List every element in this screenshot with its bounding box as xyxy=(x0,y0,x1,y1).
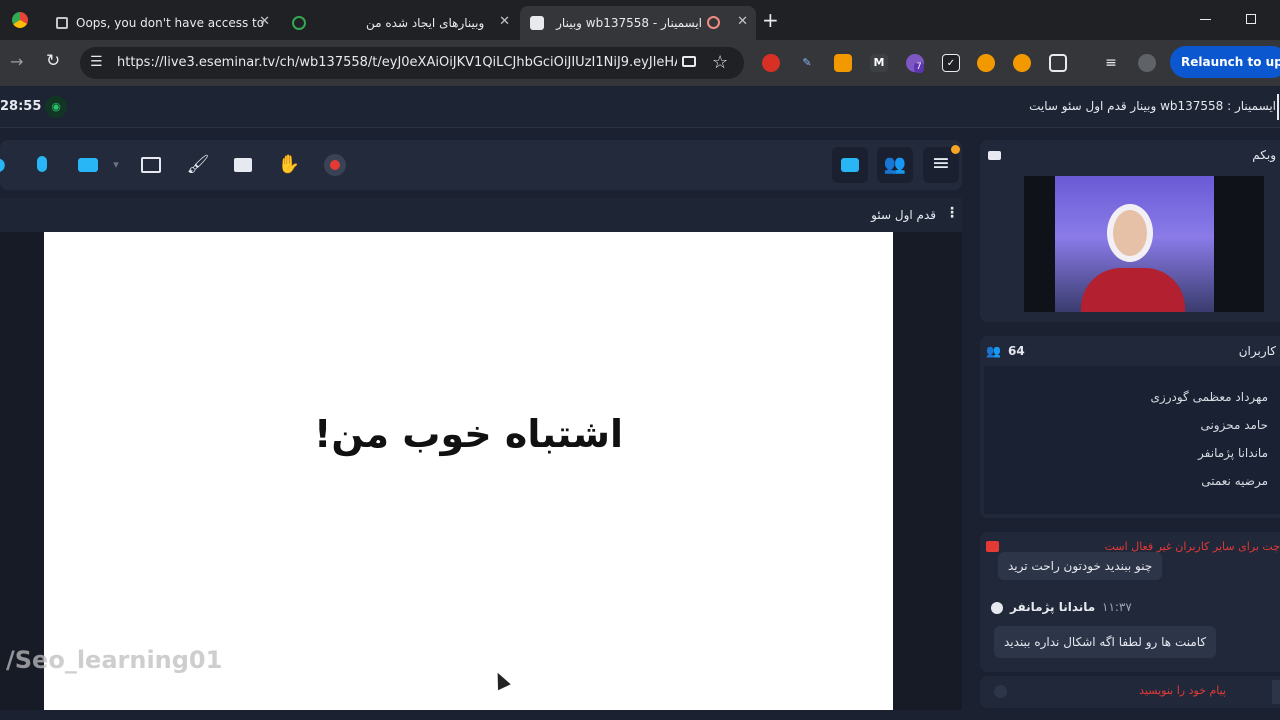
camera-icon[interactable] xyxy=(682,56,696,67)
media-control-icon[interactable]: ≡ xyxy=(1102,54,1120,72)
url-text: https://live3.eseminar.tv/ch/wb137558/t/… xyxy=(117,55,677,70)
watermark: /Seo_learning01 xyxy=(6,646,223,674)
users-icon: 👥 xyxy=(883,154,907,175)
slide-title: قدم اول سئو xyxy=(871,208,936,222)
webcam-presenter-image xyxy=(1055,176,1214,312)
microphone-icon[interactable] xyxy=(27,150,57,180)
profile-avatar[interactable] xyxy=(1138,54,1156,72)
list-item[interactable]: مرضیه نعمتی xyxy=(988,474,1268,488)
notification-dot xyxy=(951,145,960,154)
speaker-icon[interactable]: ◗ xyxy=(0,150,16,180)
reload-icon[interactable]: ↻ xyxy=(46,51,60,71)
chat-timestamp: ۱۱:۳۷ xyxy=(1102,600,1132,614)
close-icon[interactable]: ✕ xyxy=(737,14,748,29)
header-divider xyxy=(1277,94,1279,120)
eseminar-icon xyxy=(292,16,306,30)
raise-hand-icon[interactable]: ✋ xyxy=(274,150,304,180)
forward-icon[interactable]: → xyxy=(10,52,23,71)
tab-title: Oops, you don't have access to xyxy=(76,16,265,30)
tab-title: ایسمینار - wb137558 وبینار ق xyxy=(552,16,702,30)
users-list: مهرداد معظمی گودرزی حامد محزونی ماندانا … xyxy=(984,366,1280,514)
site-settings-icon[interactable]: ☰ xyxy=(90,54,103,70)
mouse-cursor-icon xyxy=(491,669,511,691)
chat-disabled-icon xyxy=(986,541,999,552)
close-icon[interactable]: ✕ xyxy=(259,14,270,29)
camera-dropdown-icon[interactable]: ▾ xyxy=(101,150,131,180)
slide-content-text: اشتباه خوب من! xyxy=(313,412,624,456)
tab-my-webinars[interactable]: وبینارهای ایجاد شده من ✕ xyxy=(282,6,518,40)
chrome-logo-icon[interactable] xyxy=(12,12,28,28)
users-count: 64 xyxy=(1008,344,1025,358)
chat-message: کامنت ها رو لطفا اگه اشکال نداره ببندید xyxy=(994,626,1217,658)
webcam-video xyxy=(1024,176,1264,312)
list-item[interactable]: حامد محزونی xyxy=(988,418,1268,432)
tab-access-denied[interactable]: Oops, you don't have access to ✕ xyxy=(46,6,278,40)
users-panel: 👥 64 کاربران مهرداد معظمی گودرزی حامد مح… xyxy=(980,336,1280,518)
bookmark-star-icon[interactable]: ☆ xyxy=(712,52,728,73)
connection-signal-icon: ◉ xyxy=(45,96,67,118)
user-avatar-icon xyxy=(991,602,1003,614)
menu-button[interactable]: ≡ xyxy=(923,145,960,183)
presenter-body xyxy=(1081,268,1185,312)
extension-pen-icon[interactable]: ✎ xyxy=(798,54,816,72)
list-item[interactable]: ماندانا پژمانفر xyxy=(988,446,1268,460)
extension-coin-icon[interactable] xyxy=(977,54,995,72)
users-toggle-button[interactable]: 👥 xyxy=(877,147,913,183)
list-item[interactable]: مهرداد معظمی گودرزی xyxy=(988,390,1268,404)
screen-share-icon[interactable] xyxy=(136,150,166,180)
close-icon[interactable]: ✕ xyxy=(499,14,510,29)
camera-icon[interactable] xyxy=(73,150,103,180)
presentation-slide: اشتباه خوب من! xyxy=(44,232,893,710)
webinar-title: ایسمینار : wb137558 وبینار قدم اول سئو س… xyxy=(1029,99,1276,113)
folder-icon[interactable] xyxy=(228,150,258,180)
extensions-puzzle-icon[interactable] xyxy=(1049,54,1067,72)
chat-toggle-button[interactable] xyxy=(832,147,868,183)
eseminar-icon xyxy=(530,16,544,30)
recording-icon xyxy=(707,16,720,29)
extension-purple-icon[interactable]: 7 xyxy=(906,54,924,73)
emoji-icon[interactable] xyxy=(994,685,1007,698)
chat-message: چنو ببندید خودتون راحت ترید xyxy=(998,552,1163,580)
extension-red-icon[interactable] xyxy=(762,54,780,72)
session-timer: 28:55 xyxy=(0,99,42,114)
extension-coin-icon[interactable] xyxy=(1013,54,1031,72)
slide-header: قدم اول سئو ⋮ xyxy=(0,198,962,232)
chat-input-panel: پیام خود را بنویسید xyxy=(980,676,1280,708)
chat-icon xyxy=(841,158,859,172)
chat-author: ماندانا پژمانفر xyxy=(1010,600,1096,614)
send-button[interactable] xyxy=(1272,680,1280,704)
more-options-icon[interactable]: ⋮ xyxy=(945,205,959,221)
users-icon: 👥 xyxy=(986,344,1001,358)
hamburger-icon: ≡ xyxy=(931,151,951,176)
presenter-head xyxy=(1107,204,1153,262)
browser-tab-bar: Oops, you don't have access to ✕ وبیناره… xyxy=(0,0,1280,40)
restore-icon[interactable] xyxy=(1246,14,1256,24)
video-camera-icon xyxy=(988,151,1001,160)
relaunch-button[interactable]: Relaunch to update xyxy=(1170,46,1280,78)
chat-input[interactable]: پیام خود را بنویسید xyxy=(1040,684,1226,697)
drive-icon xyxy=(56,17,68,29)
brush-icon[interactable]: 🖌 xyxy=(183,150,213,180)
extension-pocket-icon[interactable]: ✓ xyxy=(942,54,960,72)
webinar-header: 28:55 ◉ ایسمینار : wb137558 وبینار قدم ا… xyxy=(0,86,1280,128)
extension-badge: 7 xyxy=(914,62,924,73)
users-panel-header: 👥 64 کاربران xyxy=(980,336,1280,366)
record-button[interactable] xyxy=(320,150,350,180)
extension-orange-icon[interactable] xyxy=(834,54,852,72)
minimize-icon[interactable] xyxy=(1200,19,1211,20)
webcam-panel: وبکم xyxy=(980,140,1280,322)
tab-webinar[interactable]: ایسمینار - wb137558 وبینار ق ✕ xyxy=(520,6,756,40)
chat-panel: چت برای سایر کاربران غیر فعال است چنو بب… xyxy=(980,532,1280,672)
new-tab-button[interactable]: + xyxy=(762,8,779,32)
extension-m-icon[interactable]: M xyxy=(870,54,888,72)
webcam-panel-header: وبکم xyxy=(980,140,1280,170)
address-bar[interactable]: ☰ https://live3.eseminar.tv/ch/wb137558/… xyxy=(80,47,744,79)
users-label: کاربران xyxy=(1238,344,1276,358)
tab-title: وبینارهای ایجاد شده من xyxy=(366,16,485,30)
webcam-label: وبکم xyxy=(1252,148,1276,162)
